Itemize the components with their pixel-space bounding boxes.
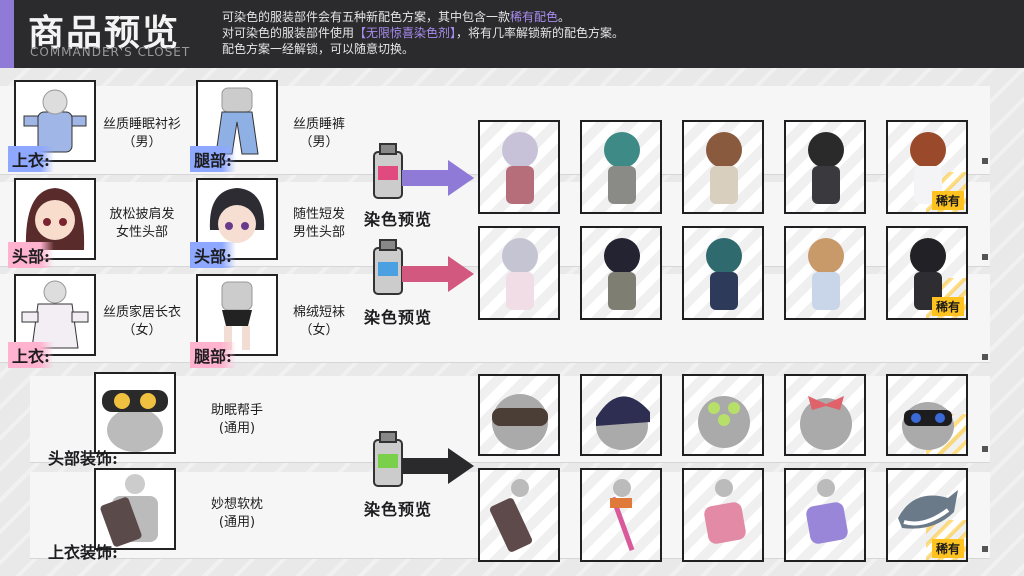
rare-badge-2: 稀有: [931, 297, 964, 316]
preview-row1-1[interactable]: [478, 120, 560, 214]
preview-row2-4[interactable]: [784, 226, 866, 320]
page-subtitle: COMMANDER'S CLOSET: [30, 45, 191, 59]
preview-row3-5-rare[interactable]: [886, 374, 968, 456]
tag-legs-1: 腿部:: [190, 146, 236, 172]
item-name-coat-female: 丝质家居长衣 （女）: [102, 305, 181, 338]
tag-top-1: 上衣:: [8, 146, 54, 172]
dye-preview-label-1: 染色预览: [364, 210, 433, 229]
arrow-icon-2: [402, 256, 474, 292]
preview-row3-1[interactable]: [478, 374, 560, 456]
tag-head-2: 头部:: [190, 242, 236, 268]
item-name-sleep-mask: 助眠帮手 (通用): [210, 403, 263, 436]
note-line-1: 可染色的服装部件会有五种新配色方案，其中包含一款稀有配色。: [222, 10, 571, 24]
decor-square-4: [982, 446, 988, 452]
preview-row1-3[interactable]: [682, 120, 764, 214]
preview-row4-4[interactable]: [784, 468, 866, 562]
note-line-2: 对可染色的服装部件使用【无限惊喜染色剂】，将有几率解锁新的配色方案。: [222, 26, 625, 40]
arrow-icon-1: [402, 160, 474, 196]
preview-row3-3[interactable]: [682, 374, 764, 456]
preview-row3-2[interactable]: [580, 374, 662, 456]
item-name-socks-female: 棉绒短袜 （女）: [292, 305, 345, 338]
decor-square-1: [982, 158, 988, 164]
item-name-shirt-male: 丝质睡眠衬衫 （男）: [102, 117, 181, 150]
header-accent: [0, 0, 14, 68]
decor-square-3: [982, 354, 988, 360]
tag-head-accessory: 头部装饰:: [48, 449, 118, 468]
preview-row1-5-rare[interactable]: 稀有: [886, 120, 968, 214]
tag-top-2: 上衣:: [8, 342, 54, 368]
rare-badge-1: 稀有: [931, 191, 964, 210]
item-name-pillow: 妙想软枕 (通用): [210, 497, 263, 530]
item-name-pants-male: 丝质睡裤 （男）: [292, 117, 345, 150]
tag-head-1: 头部:: [8, 242, 54, 268]
dye-preview-label-3: 染色预览: [364, 500, 433, 519]
preview-row3-4[interactable]: [784, 374, 866, 456]
item-thumb-sleep-mask[interactable]: [94, 372, 176, 454]
header-bar: 商品预览 COMMANDER'S CLOSET 可染色的服装部件会有五种新配色方…: [0, 0, 1024, 68]
preview-row2-5-rare[interactable]: 稀有: [886, 226, 968, 320]
preview-row1-2[interactable]: [580, 120, 662, 214]
decor-square-5: [982, 546, 988, 552]
preview-row4-1[interactable]: [478, 468, 560, 562]
preview-row2-3[interactable]: [682, 226, 764, 320]
tag-legs-2: 腿部:: [190, 342, 236, 368]
preview-row2-2[interactable]: [580, 226, 662, 320]
rare-badge-3: 稀有: [931, 539, 964, 558]
preview-row2-1[interactable]: [478, 226, 560, 320]
decor-square-2: [982, 254, 988, 260]
note-line-3: 配色方案一经解锁，可以随意切换。: [222, 42, 415, 56]
item-name-hair-female: 放松披肩发 女性头部: [109, 207, 175, 240]
preview-row4-5-rare[interactable]: 稀有: [886, 468, 968, 562]
item-name-hair-male: 随性短发 男性头部: [292, 207, 345, 240]
dye-preview-label-2: 染色预览: [364, 308, 433, 327]
tag-top-accessory: 上衣装饰:: [48, 543, 118, 562]
preview-row4-3[interactable]: [682, 468, 764, 562]
header-notes: 可染色的服装部件会有五种新配色方案，其中包含一款稀有配色。 对可染色的服装部件使…: [222, 9, 624, 57]
preview-row4-2[interactable]: [580, 468, 662, 562]
arrow-icon-3: [402, 448, 474, 484]
preview-row1-4[interactable]: [784, 120, 866, 214]
